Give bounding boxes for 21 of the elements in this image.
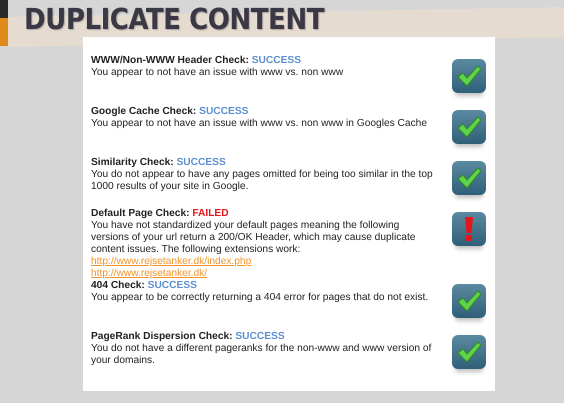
check-description: You appear to not have an issue with www vs. non www bbox=[91, 67, 344, 79]
url-link[interactable]: http://www.rejsetanker.dk/index.php bbox=[91, 256, 252, 268]
check-description: You do not have a different pageranks for the non-www and www version of your domains. bbox=[91, 343, 432, 367]
check-title: PageRank Dispersion Check: SUCCESS bbox=[91, 331, 286, 343]
url-link[interactable]: http://www.rejsetanker.dk/ bbox=[91, 268, 208, 280]
checkmark-icon bbox=[452, 161, 486, 195]
check-title: Google Cache Check: SUCCESS bbox=[91, 106, 250, 118]
checkmark-icon bbox=[452, 59, 486, 93]
exclamation-icon bbox=[452, 212, 486, 246]
check-title: Default Page Check: FAILED bbox=[91, 208, 230, 220]
check-description: You do not appear to have any pages omitted for being too similar in the top 1000 results of your site in Google. bbox=[91, 169, 434, 193]
checkmark-icon bbox=[452, 284, 486, 318]
check-description: You appear to be correctly returning a 404 error for pages that do not exist. bbox=[91, 292, 430, 304]
check-description: You have not standardized your default pages meaning the following versions of your url return a 200/OK Header, which may cause duplicate content issues. The following extensions work: bbox=[91, 220, 416, 256]
check-description: You appear to not have an issue with www vs. non www in Googles Cache bbox=[91, 118, 428, 130]
check-title: 404 Check: SUCCESS bbox=[91, 280, 198, 292]
check-title: Similarity Check: SUCCESS bbox=[91, 157, 227, 169]
checkmark-icon bbox=[452, 335, 486, 369]
check-title: WWW/Non-WWW Header Check: SUCCESS bbox=[91, 55, 302, 67]
page-title: DUPLICATE CONTENT bbox=[24, 3, 324, 35]
checkmark-icon bbox=[452, 110, 486, 144]
